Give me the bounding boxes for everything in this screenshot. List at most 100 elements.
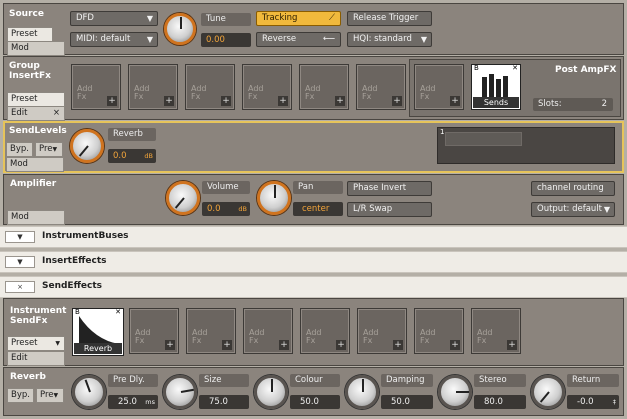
group-fx-slot-3[interactable]: Add Fx + <box>185 64 235 110</box>
group-fx-slot-5[interactable]: Add Fx + <box>299 64 349 110</box>
reverb-send-value[interactable]: 0.0 dB <box>108 149 156 163</box>
reverb-pre-dropdown[interactable]: Pre▼ <box>36 388 64 403</box>
plus-icon[interactable]: + <box>392 96 402 106</box>
group-fx-slot-2[interactable]: Add Fx + <box>128 64 178 110</box>
group-preset-button[interactable]: Preset <box>7 92 65 107</box>
amplifier-mod-button[interactable]: Mod <box>7 210 65 225</box>
colour-knob[interactable] <box>254 375 288 409</box>
output-label: Output: default <box>537 204 602 214</box>
stereo-value[interactable]: 80.0 <box>474 395 526 409</box>
slot-fx-label: Fx <box>77 92 87 101</box>
plus-icon[interactable]: + <box>507 340 517 350</box>
plus-icon[interactable]: + <box>279 340 289 350</box>
channel-routing-button[interactable]: channel routing <box>531 181 615 196</box>
reverse-button[interactable]: Reverse ⟵ <box>256 32 341 47</box>
sendlevels-title: SendLevels <box>9 126 67 136</box>
group-edit-label: Edit <box>11 108 28 118</box>
send-fx-slot-8[interactable]: Add Fx + <box>471 308 521 354</box>
reverb-fx-slot[interactable]: B ✕ Reverb <box>72 308 124 356</box>
midi-dropdown[interactable]: MIDI: default ▼ <box>70 32 158 47</box>
tracking-label: Tracking <box>262 13 298 23</box>
lr-swap-button[interactable]: L/R Swap <box>347 202 432 217</box>
predly-value[interactable]: 25.0 ms <box>108 395 158 409</box>
pan-knob[interactable] <box>257 181 291 215</box>
plus-icon[interactable]: + <box>393 340 403 350</box>
send-effects-bar[interactable]: × SendEffects <box>0 276 627 298</box>
close-icon[interactable]: × <box>53 108 60 119</box>
expand-toggle[interactable]: ▼ <box>5 231 35 243</box>
chevron-down-icon: ▼ <box>53 392 59 399</box>
sendlevels-bypass-button[interactable]: Byp. <box>6 142 33 157</box>
plus-icon[interactable]: + <box>278 96 288 106</box>
send-fx-slot-4[interactable]: Add Fx + <box>243 308 293 354</box>
output-dropdown[interactable]: Output: default ▼ <box>531 202 615 217</box>
hqi-dropdown[interactable]: HQI: standard ▼ <box>347 32 432 47</box>
volume-knob[interactable] <box>166 181 200 215</box>
damping-knob[interactable] <box>345 375 379 409</box>
plus-icon[interactable]: + <box>164 96 174 106</box>
reverse-arrow-icon: ⟵ <box>322 34 335 44</box>
plus-icon[interactable]: + <box>450 340 460 350</box>
volume-unit: dB <box>238 205 247 213</box>
return-unit-icon: ‡ <box>612 398 616 406</box>
send-fx-slot-5[interactable]: Add Fx + <box>300 308 350 354</box>
instrument-buses-bar[interactable]: ▼ InstrumentBuses <box>0 226 627 248</box>
plus-icon[interactable]: + <box>335 96 345 106</box>
sends-fx-slot[interactable]: B ✕ Sends <box>471 64 521 110</box>
plus-icon[interactable]: + <box>165 340 175 350</box>
sendlevels-pre-dropdown[interactable]: Pre▼ <box>35 142 63 157</box>
pre-label: Pre <box>39 144 53 154</box>
instrument-preset-button[interactable]: Preset ▼ <box>7 336 65 351</box>
plus-icon[interactable]: + <box>221 96 231 106</box>
predly-knob[interactable] <box>72 375 106 409</box>
group-fx-slot-1[interactable]: Add Fx + <box>71 64 121 110</box>
plus-icon[interactable]: + <box>107 96 117 106</box>
send-meter-bar <box>445 132 522 146</box>
source-mod-button[interactable]: Mod <box>7 41 65 56</box>
instrument-edit-button[interactable]: Edit <box>7 351 65 366</box>
dfd-dropdown[interactable]: DFD ▼ <box>70 11 158 26</box>
source-preset-button[interactable]: Preset <box>7 27 53 42</box>
tune-knob[interactable] <box>164 13 196 45</box>
return-label: Return <box>567 374 619 387</box>
expand-toggle[interactable]: ▼ <box>5 256 35 268</box>
group-edit-button[interactable]: Edit × <box>7 106 65 121</box>
colour-value[interactable]: 50.0 <box>290 395 340 409</box>
chevron-down-icon: ▼ <box>55 340 60 347</box>
post-amp-fx-slot-1[interactable]: Add Fx + <box>414 64 464 110</box>
size-value[interactable]: 75.0 <box>199 395 249 409</box>
slot-fx-label: Fx <box>420 92 430 101</box>
plus-icon[interactable]: + <box>222 340 232 350</box>
insert-effects-bar[interactable]: ▼ InsertEffects <box>0 251 627 273</box>
reverb-panel: Reverb Byp. Pre▼ Pre Dly. 25.0 ms Size 75… <box>3 367 624 416</box>
collapse-toggle[interactable]: × <box>5 281 35 293</box>
stereo-knob[interactable] <box>438 375 472 409</box>
reverb-bypass-button[interactable]: Byp. <box>7 388 34 403</box>
send-fx-slot-7[interactable]: Add Fx + <box>414 308 464 354</box>
slots-field[interactable]: Slots: 2 <box>533 98 613 111</box>
sendlevels-mod-button[interactable]: Mod <box>6 157 64 172</box>
send-fx-slot-2[interactable]: Add Fx + <box>129 308 179 354</box>
midi-label: MIDI: default <box>76 34 131 44</box>
plus-icon[interactable]: + <box>450 96 460 106</box>
slot-fx-label: Fx <box>135 336 145 345</box>
damping-value[interactable]: 50.0 <box>381 395 433 409</box>
group-insertfx-panel: Group InsertFx Preset Edit × Add Fx + Add Fx… <box>3 56 624 121</box>
dfd-label: DFD <box>76 13 94 23</box>
reverb-send-knob[interactable] <box>70 129 104 163</box>
size-knob[interactable] <box>163 375 197 409</box>
reverb-send-unit: dB <box>144 152 153 160</box>
volume-value[interactable]: 0.0 dB <box>202 202 250 216</box>
return-knob[interactable] <box>531 375 565 409</box>
return-value[interactable]: -0.0 ‡ <box>567 395 619 409</box>
tracking-button[interactable]: Tracking ⟋ <box>256 11 341 26</box>
send-fx-slot-3[interactable]: Add Fx + <box>186 308 236 354</box>
release-trigger-button[interactable]: Release Trigger <box>347 11 432 26</box>
send-fx-slot-6[interactable]: Add Fx + <box>357 308 407 354</box>
plus-icon[interactable]: + <box>336 340 346 350</box>
group-fx-slot-4[interactable]: Add Fx + <box>242 64 292 110</box>
group-fx-slot-6[interactable]: Add Fx + <box>356 64 406 110</box>
pan-value[interactable]: center <box>293 202 343 216</box>
phase-invert-button[interactable]: Phase Invert <box>347 181 432 196</box>
tune-value[interactable]: 0.00 <box>201 33 251 47</box>
